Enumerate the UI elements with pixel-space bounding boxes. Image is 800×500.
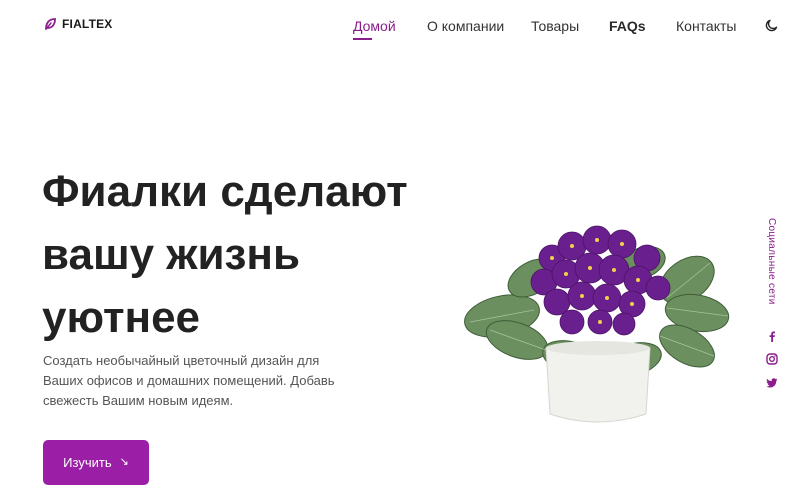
social-label: Социальные сети [766, 218, 777, 305]
flowers [530, 225, 671, 336]
nav-item-faqs[interactable]: FAQs [609, 18, 646, 34]
pot [545, 347, 651, 423]
main-nav: Домой О компании Товары FAQs Контакты [0, 18, 800, 38]
active-nav-indicator [353, 38, 372, 40]
pot-rim [546, 341, 650, 355]
nav-item-products[interactable]: Товары [531, 18, 579, 34]
hero-title-line: уютнее [42, 293, 201, 342]
hero-title-line: Фиалки сделают [42, 167, 408, 216]
arrow-down-right-icon: ↘ [119, 456, 129, 468]
hero-subtitle-line: свежесть Вашим новым идеям. [43, 393, 234, 408]
explore-button[interactable]: Изучить ↘ [43, 440, 149, 485]
nav-item-home[interactable]: Домой [353, 18, 396, 34]
hero-subtitle-line: Ваших офисов и домашних помещений. Добав… [43, 373, 335, 388]
hero-subtitle: Создать необычайный цветочный дизайн для… [43, 351, 343, 411]
twitter-icon[interactable] [766, 377, 778, 389]
explore-button-label: Изучить [63, 455, 112, 470]
potted-violet-image [464, 225, 730, 423]
nav-item-contacts[interactable]: Контакты [676, 18, 736, 34]
hero-title: Фиалки сделают вашу жизнь уютнее [42, 160, 462, 349]
facebook-icon[interactable] [766, 330, 778, 342]
instagram-icon[interactable] [766, 353, 778, 365]
moon-icon[interactable] [765, 18, 779, 32]
nav-item-about[interactable]: О компании [427, 18, 504, 34]
hero-title-line: вашу жизнь [42, 230, 301, 279]
hero-subtitle-line: Создать необычайный цветочный дизайн для [43, 353, 320, 368]
